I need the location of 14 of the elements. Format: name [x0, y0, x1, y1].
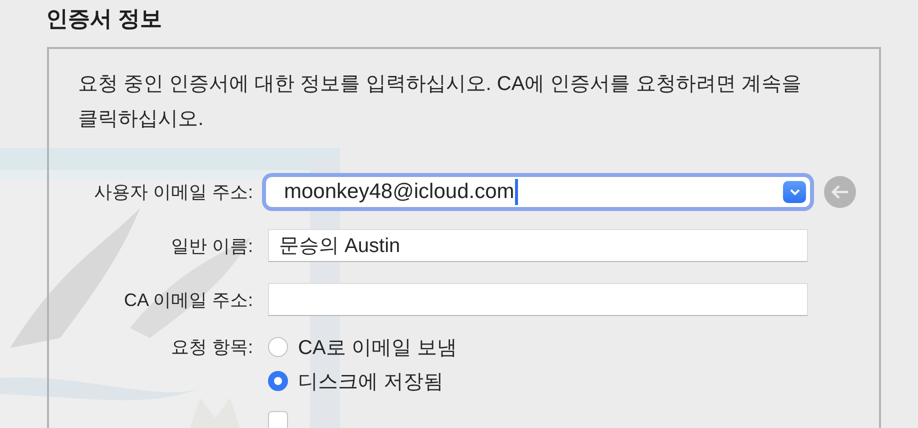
- checkbox[interactable]: [268, 411, 288, 428]
- field-label: 요청 항목:: [170, 336, 253, 359]
- option-label: CA로 이메일 보냄: [298, 336, 457, 360]
- option-label: 디스크에 저장됨: [298, 370, 444, 394]
- field-label: 사용자 이메일 주소:: [92, 181, 253, 204]
- instruction-text: 요청 중인 인증서에 대한 정보를 입력하십시오. CA에 인증서를 요청하려면 계속을 클릭하십시오.: [78, 72, 802, 132]
- field-label: CA 이메일 주소:: [122, 288, 253, 312]
- text-cursor: [515, 179, 518, 205]
- input-field[interactable]: 문승의 Austin: [268, 229, 808, 262]
- section-title: 인증서 정보: [46, 5, 164, 33]
- email-combo-field[interactable]: moonkey48@icloud.com: [266, 177, 810, 207]
- field-label: 일반 이름:: [170, 234, 253, 258]
- dropdown-icon[interactable]: [783, 181, 806, 203]
- input-field[interactable]: [268, 283, 808, 316]
